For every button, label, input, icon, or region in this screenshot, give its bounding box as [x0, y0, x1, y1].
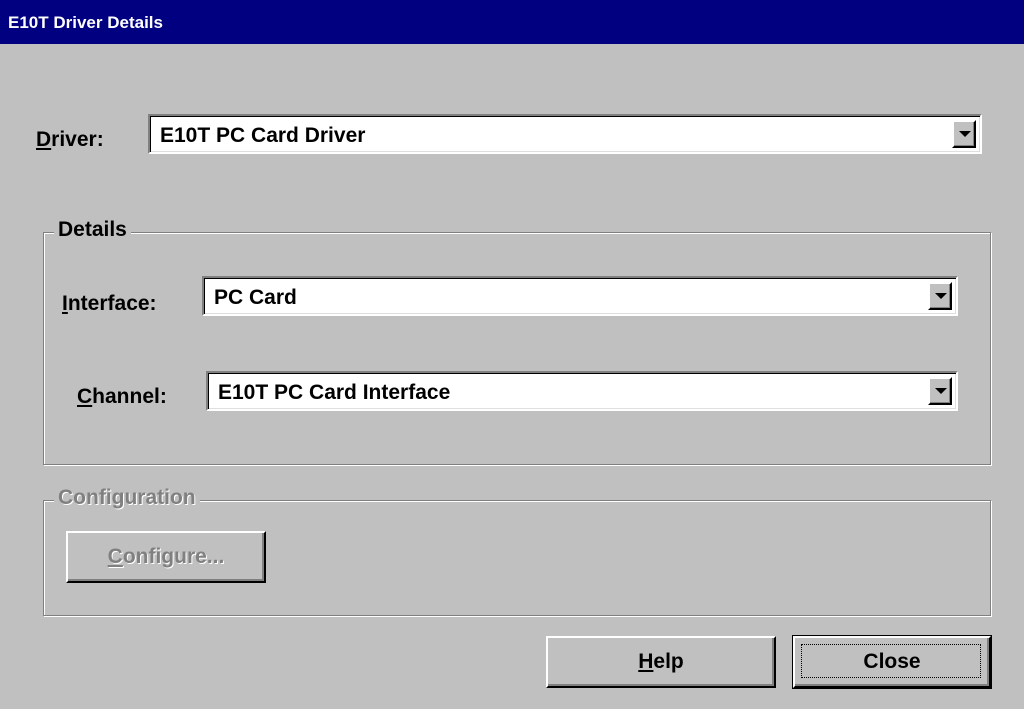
driver-select[interactable]: E10T PC Card Driver [148, 114, 982, 154]
configure-button[interactable]: Configure... [66, 531, 266, 583]
configure-button-label: Configure... [107, 545, 225, 568]
window-title-bar[interactable]: E10T Driver Details [0, 0, 1024, 44]
interface-select-value: PC Card [214, 286, 297, 309]
close-button[interactable]: Close [792, 635, 992, 689]
details-groupbox [43, 232, 991, 465]
dialog-body: Driver: E10T PC Card Driver Details Inte… [0, 44, 1024, 709]
details-group-title: Details [54, 218, 131, 242]
help-button[interactable]: Help [546, 636, 776, 688]
driver-label: Driver: [36, 128, 104, 151]
interface-dropdown-arrow-icon[interactable] [928, 282, 952, 310]
configuration-group-title: Configuration [54, 486, 200, 510]
window-title: E10T Driver Details [8, 13, 163, 32]
interface-label: Interface: [62, 292, 157, 315]
channel-dropdown-arrow-icon[interactable] [928, 377, 952, 405]
channel-label: Channel: [77, 385, 167, 408]
driver-dropdown-arrow-icon[interactable] [952, 120, 976, 148]
channel-select[interactable]: E10T PC Card Interface [206, 371, 958, 411]
help-button-label: Help [638, 650, 684, 673]
close-button-label: Close [863, 650, 921, 673]
channel-select-value: E10T PC Card Interface [218, 381, 451, 404]
driver-select-value: E10T PC Card Driver [160, 124, 366, 147]
interface-select[interactable]: PC Card [202, 276, 958, 316]
